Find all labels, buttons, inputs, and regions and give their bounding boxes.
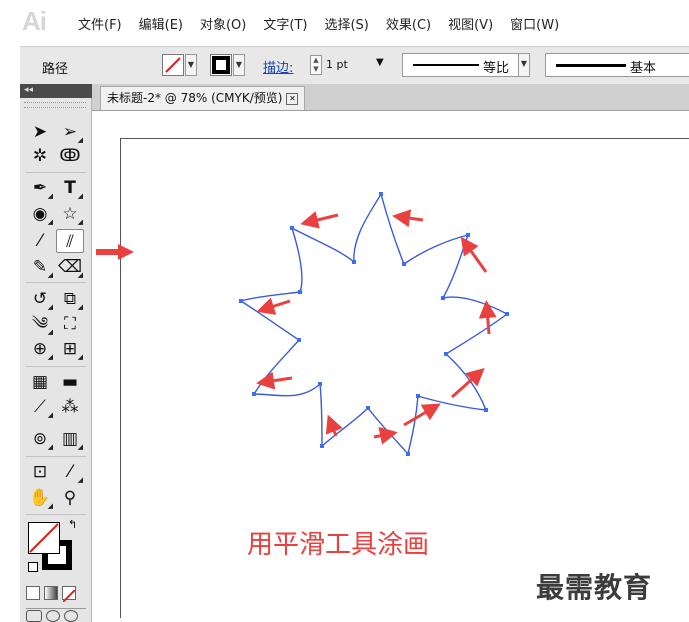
color-button[interactable] [26, 586, 40, 600]
smooth-tool-icon[interactable]: ⫽ [56, 229, 84, 253]
menu-select[interactable]: 选择(S) [324, 14, 368, 33]
tools-panel: ◂◂ ➤ ➢ ◢ ✲ ↂ ✒ ◢ T ◢ ◉ ◢ ☆ ◢ ⁄ ⫽ ✎ ◢ ⌫ ◢ ↺ ◢ ⧉ ◢ … [20, 84, 92, 622]
default-colors-icon[interactable] [28, 562, 38, 572]
mesh-tool-icon[interactable]: ▦ [26, 370, 54, 394]
draw-inside-icon[interactable] [64, 610, 78, 622]
column-graph-tool-icon[interactable]: ▥ ◢ [56, 427, 84, 451]
warp-tool-icon[interactable]: ༄ ◢ [26, 312, 54, 336]
menu-window[interactable]: 窗口(W) [510, 14, 559, 33]
document-tab-bar: 未标题-2* @ 78% (CMYK/预览) ✕ [92, 84, 689, 111]
shape-builder-tool-icon[interactable]: ⊕ ◢ [26, 337, 54, 361]
no-color-icon [62, 589, 76, 603]
eyedropper-tool-icon[interactable]: ⟋ ◢ [26, 395, 54, 419]
scale-tool-icon[interactable]: ⧉ ◢ [56, 287, 84, 311]
menu-object[interactable]: 对象(O) [200, 14, 246, 33]
draw-normal-icon[interactable] [26, 610, 42, 622]
fill-dropdown[interactable]: ▼ [185, 54, 197, 76]
object-type-label: 路径 [42, 62, 69, 77]
caption: 用平滑工具涂画 [247, 530, 430, 559]
watermark: 最需教育 [536, 571, 653, 604]
gradient-button[interactable] [44, 586, 58, 600]
pencil-tool-icon[interactable]: ✎ ◢ [26, 255, 54, 279]
draw-behind-icon[interactable] [46, 610, 60, 622]
eraser-tool-icon[interactable]: ⌫ ◢ [56, 255, 84, 279]
menu-items: 文件(F) 编辑(E) 对象(O) 文字(T) 选择(S) 效果(C) 视图(V… [78, 14, 576, 33]
tools-divider [26, 456, 86, 457]
profile-line-icon [413, 64, 479, 66]
rotate-tool-icon[interactable]: ↺ ◢ [26, 287, 54, 311]
screen-mode-buttons[interactable] [26, 608, 86, 622]
menu-edit[interactable]: 编辑(E) [139, 14, 183, 33]
tools-divider [26, 366, 86, 367]
tools-divider [26, 282, 86, 283]
slice-tool-icon[interactable]: ⁄ ◢ [56, 460, 84, 484]
type-tool-icon[interactable]: T ◢ [56, 176, 84, 200]
stroke-panel-link[interactable]: 描边: [263, 57, 293, 76]
brush-label: 基本 [630, 61, 657, 76]
tools-divider [26, 172, 86, 173]
color-mode-buttons [26, 586, 86, 603]
variable-width-profile[interactable]: 等比 [402, 53, 530, 77]
tools-divider [26, 514, 86, 515]
hand-tool-icon[interactable]: ✋ ◢ [26, 486, 54, 510]
zoom-tool-icon[interactable]: ⚲ [56, 486, 84, 510]
fill-swatch[interactable] [162, 54, 184, 76]
stroke-swatch[interactable] [210, 54, 232, 76]
profile-dropdown[interactable]: ▼ [518, 53, 530, 77]
menu-view[interactable]: 视图(V) [448, 14, 493, 33]
tools-panel-header[interactable]: ◂◂ [20, 84, 92, 98]
menu-type[interactable]: 文字(T) [263, 14, 307, 33]
paintbrush-tool-icon[interactable]: ⁄ [26, 229, 54, 253]
app-logo: Ai [22, 6, 47, 36]
no-fill-icon [29, 523, 59, 553]
star-tool-icon[interactable]: ☆ ◢ [56, 202, 84, 226]
document-tab[interactable]: 未标题-2* @ 78% (CMYK/预览) ✕ [100, 86, 306, 110]
blend-tool-icon[interactable]: ⁂ [56, 395, 84, 419]
brush-definition[interactable]: 基本 [545, 53, 689, 77]
artboard-tool-icon[interactable]: ⊡ [26, 460, 54, 484]
polar-grid-tool-icon[interactable]: ◉ ◢ [26, 202, 54, 226]
menu-effect[interactable]: 效果(C) [386, 14, 431, 33]
symbol-sprayer-tool-icon[interactable]: ⊚ ◢ [26, 427, 54, 451]
fill-color-box[interactable] [28, 522, 60, 554]
swap-fill-stroke-icon[interactable]: ↰ [68, 518, 77, 531]
perspective-grid-tool-icon[interactable]: ⊞ ◢ [56, 337, 84, 361]
lasso-tool-icon[interactable]: ↂ [56, 144, 84, 168]
panel-grip[interactable] [24, 102, 86, 108]
stroke-weight-value[interactable]: 1 pt [326, 58, 348, 71]
stroke-weight-stepper[interactable]: ▲ ▼ [310, 55, 322, 75]
direct-selection-tool-icon[interactable]: ➢ ◢ [56, 120, 84, 144]
chevron-down-icon[interactable]: ▼ [376, 57, 384, 68]
collapse-icon[interactable]: ◂◂ [24, 85, 33, 95]
selection-tool-icon[interactable]: ➤ [26, 120, 54, 144]
none-button[interactable] [62, 586, 76, 603]
document-tab-title: 未标题-2* @ 78% (CMYK/预览) [107, 91, 283, 105]
close-icon[interactable]: ✕ [286, 92, 299, 105]
menu-bar: Ai 文件(F) 编辑(E) 对象(O) 文字(T) 选择(S) 效果(C) 视… [0, 0, 689, 46]
control-bar: 路径 ▼ ▼ 描边: ▲ ▼ 1 pt ▼ 等比 ▼ 基本 [20, 46, 689, 86]
fill-stroke-widget[interactable]: ↰ [28, 518, 78, 574]
menu-file[interactable]: 文件(F) [78, 14, 122, 33]
stroke-black-icon [212, 56, 230, 74]
left-rail [0, 84, 20, 622]
no-fill-icon [165, 57, 181, 73]
profile-label: 等比 [483, 61, 510, 76]
brush-line-icon [556, 64, 626, 67]
gradient-tool-icon[interactable]: ▬ [56, 370, 84, 394]
magic-wand-tool-icon[interactable]: ✲ [26, 144, 54, 168]
free-transform-tool-icon[interactable]: ⛶ [56, 312, 84, 336]
stroke-dropdown[interactable]: ▼ [233, 54, 245, 76]
pen-tool-icon[interactable]: ✒ ◢ [26, 176, 54, 200]
